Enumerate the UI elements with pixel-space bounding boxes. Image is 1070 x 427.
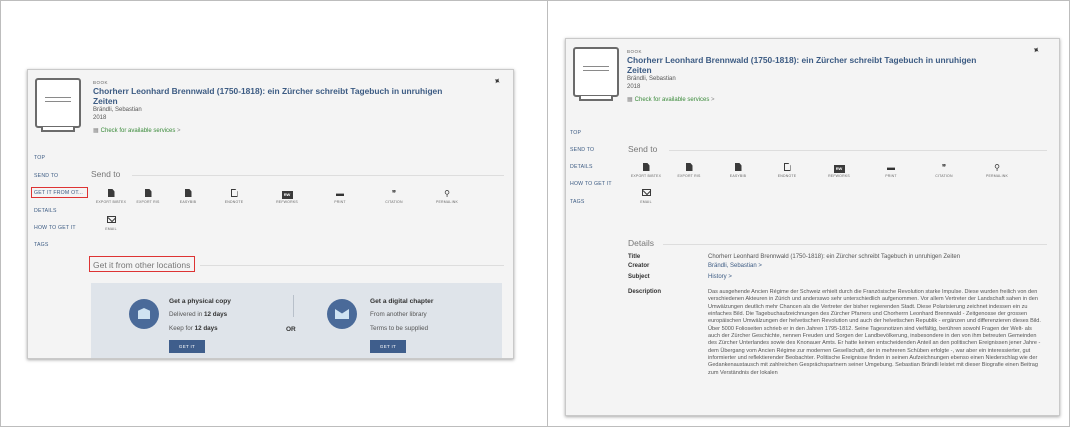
package-icon xyxy=(129,299,159,329)
pin-icon[interactable]: ✦ xyxy=(491,75,503,88)
link-icon: ⚲ xyxy=(994,163,1000,172)
refworks-button[interactable]: RW REFWORKS xyxy=(819,163,859,178)
easybib-icon xyxy=(718,163,758,172)
nav-top[interactable]: TOP xyxy=(570,130,581,136)
export-ris-icon xyxy=(128,189,168,198)
easybib-icon xyxy=(168,189,208,198)
print-icon: ▬ xyxy=(336,189,344,198)
envelope-icon xyxy=(327,299,357,329)
creator-label: Creator xyxy=(628,263,650,269)
book-thumbnail xyxy=(573,47,619,101)
endnote-icon xyxy=(767,163,807,172)
subject-label: Subject xyxy=(628,274,650,280)
book-status-icon: ▦ xyxy=(93,128,99,134)
export-bibtex-icon xyxy=(91,189,131,198)
email-button[interactable]: EMAIL xyxy=(91,216,131,231)
digital-chapter-title: Get a digital chapter xyxy=(370,298,434,305)
physical-delivery: Delivered in 12 days xyxy=(169,311,228,318)
easybib-button[interactable]: EASYBIB xyxy=(168,189,208,204)
email-button[interactable]: EMAIL xyxy=(626,189,666,204)
export-bibtex-button[interactable]: EXPORT BIBTEX xyxy=(91,189,131,204)
email-icon xyxy=(626,189,666,198)
record-type: BOOK xyxy=(93,80,109,85)
record-title[interactable]: Chorherr Leonhard Brennwald (1750-1818):… xyxy=(627,55,976,65)
citation-button[interactable]: ❞ CITATION xyxy=(924,163,964,178)
citation-button[interactable]: ❞ CITATION xyxy=(374,189,414,204)
endnote-icon xyxy=(214,189,254,198)
section-rule xyxy=(669,150,1047,151)
nav-tags[interactable]: TAGS xyxy=(570,199,585,205)
section-rule xyxy=(132,175,504,176)
section-rule xyxy=(663,244,1047,245)
or-separator xyxy=(293,295,294,317)
send-to-heading: Send to xyxy=(91,169,121,179)
print-button[interactable]: ▬ PRINT xyxy=(871,163,911,178)
refworks-icon: RW xyxy=(819,163,859,173)
get-physical-button[interactable]: GET IT xyxy=(169,340,205,353)
quote-icon: ❞ xyxy=(941,163,947,172)
or-label: OR xyxy=(286,326,296,333)
comparison-divider xyxy=(547,0,548,427)
permalink-button[interactable]: ⚲ PERMALINK xyxy=(427,189,467,204)
send-to-heading: Send to xyxy=(628,144,658,154)
nav-top[interactable]: TOP xyxy=(34,155,45,161)
description-label: Description xyxy=(628,289,662,295)
export-ris-icon xyxy=(669,163,709,172)
email-icon xyxy=(91,216,131,225)
nav-tags[interactable]: TAGS xyxy=(34,242,49,248)
description-text: Das ausgehende Ancien Régime der Schweiz… xyxy=(708,289,1041,376)
record-author: Brändli, Sebastian xyxy=(93,107,142,113)
refworks-icon: RW xyxy=(267,189,307,199)
record-title-cont[interactable]: Zeiten xyxy=(627,65,652,75)
record-year: 2018 xyxy=(627,84,641,90)
record-year: 2018 xyxy=(93,115,107,121)
get-it-heading: Get it from other locations xyxy=(93,260,191,270)
right-record-panel: BOOK Chorherr Leonhard Brennwald (1750-1… xyxy=(565,38,1060,416)
record-title[interactable]: Chorherr Leonhard Brennwald (1750-1818):… xyxy=(93,86,442,96)
nav-send-to[interactable]: SEND TO xyxy=(34,173,58,179)
get-digital-button[interactable]: GET IT xyxy=(370,340,406,353)
nav-how-to-get-it[interactable]: HOW TO GET IT xyxy=(34,225,76,231)
nav-details[interactable]: DETAILS xyxy=(34,208,57,214)
availability-link[interactable]: ▦ Check for available services > xyxy=(627,96,715,103)
subject-link[interactable]: History > xyxy=(708,274,732,280)
nav-how-to-get-it[interactable]: HOW TO GET IT xyxy=(570,181,612,187)
nav-send-to[interactable]: SEND TO xyxy=(570,147,594,153)
digital-terms: Terms to be supplied xyxy=(370,325,429,332)
left-record-panel: BOOK Chorherr Leonhard Brennwald (1750-1… xyxy=(27,69,514,359)
permalink-button[interactable]: ⚲ PERMALINK xyxy=(977,163,1017,178)
nav-details[interactable]: DETAILS xyxy=(570,164,593,170)
creator-link[interactable]: Brändli, Sebastian > xyxy=(708,263,762,269)
print-icon: ▬ xyxy=(887,163,895,172)
refworks-button[interactable]: RW REFWORKS xyxy=(267,189,307,204)
nav-get-it[interactable]: GET IT FROM OT... xyxy=(34,190,83,196)
endnote-button[interactable]: ENDNOTE xyxy=(767,163,807,178)
export-ris-button[interactable]: EXPORT RIS xyxy=(128,189,168,204)
title-value: Chorherr Leonhard Brennwald (1750-1818):… xyxy=(708,254,961,260)
record-type: BOOK xyxy=(627,49,643,54)
export-bibtex-icon xyxy=(626,163,666,172)
book-thumbnail xyxy=(35,78,81,132)
export-bibtex-button[interactable]: EXPORT BIBTEX xyxy=(626,163,666,178)
title-label: Title xyxy=(628,254,641,260)
export-ris-button[interactable]: EXPORT RIS xyxy=(669,163,709,178)
easybib-button[interactable]: EASYBIB xyxy=(718,163,758,178)
availability-link[interactable]: ▦ Check for available services > xyxy=(93,127,181,134)
physical-keep: Keep for 12 days xyxy=(169,325,218,332)
physical-copy-title: Get a physical copy xyxy=(169,298,231,305)
link-icon: ⚲ xyxy=(444,189,450,198)
get-it-options-box: Get a physical copy Delivered in 12 days… xyxy=(91,283,502,358)
book-status-icon: ▦ xyxy=(627,97,633,103)
section-rule xyxy=(200,265,504,266)
pin-icon[interactable]: ✦ xyxy=(1030,44,1042,57)
print-button[interactable]: ▬ PRINT xyxy=(320,189,360,204)
record-title-cont[interactable]: Zeiten xyxy=(93,96,118,106)
endnote-button[interactable]: ENDNOTE xyxy=(214,189,254,204)
digital-source: From another library xyxy=(370,311,427,318)
quote-icon: ❞ xyxy=(391,189,397,198)
details-heading: Details xyxy=(628,238,654,248)
record-author: Brändli, Sebastian xyxy=(627,76,676,82)
